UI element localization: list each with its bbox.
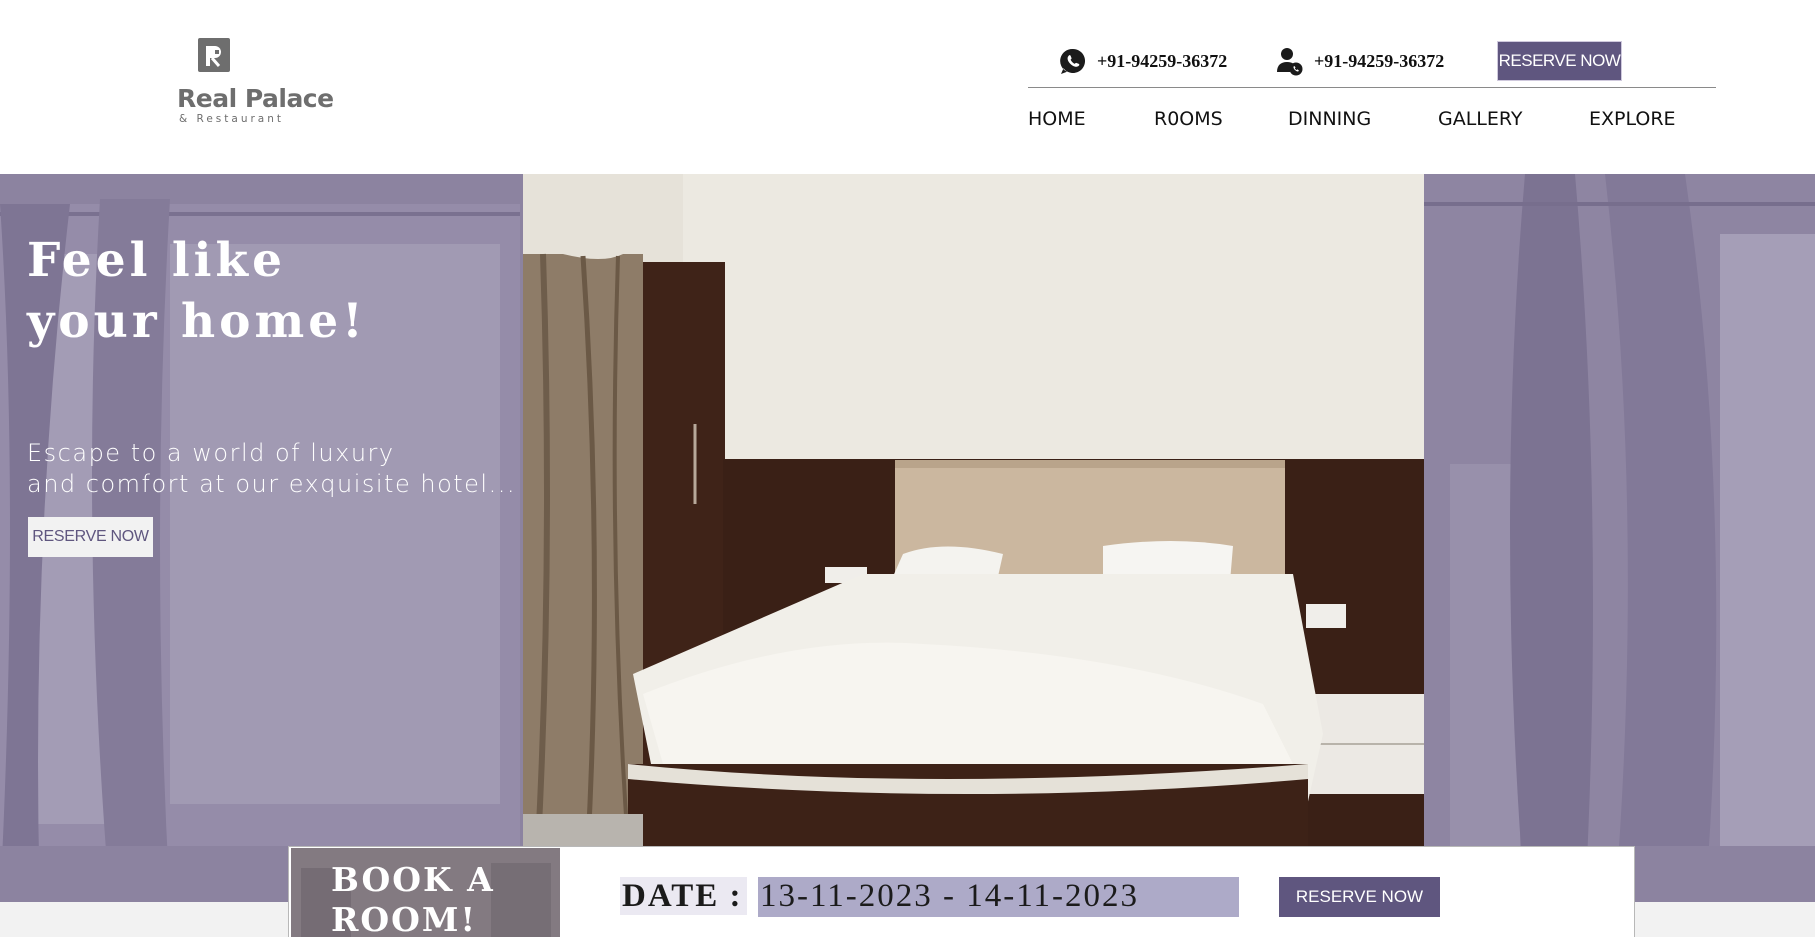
- user-call-icon: [1277, 48, 1303, 76]
- nav-home[interactable]: HOME: [1028, 108, 1086, 130]
- nav-rooms[interactable]: R0OMS: [1154, 108, 1223, 130]
- booking-bar: BOOK A ROOM! DATE : 13-11-2023 - 14-11-2…: [288, 846, 1635, 937]
- hero-tagline-line2: and comfort at our exquisite hotel...: [27, 470, 516, 498]
- header-reserve-button[interactable]: RESERVE NOW: [1497, 41, 1622, 81]
- nav-gallery[interactable]: GALLERY: [1438, 108, 1523, 130]
- nav-explore[interactable]: EXPLORE: [1589, 108, 1676, 130]
- date-range-field[interactable]: 13-11-2023 - 14-11-2023: [758, 877, 1239, 917]
- hero-title-line1: Feel like: [27, 233, 286, 288]
- bedroom-photo: [523, 174, 1424, 846]
- whatsapp-icon: [1060, 48, 1086, 74]
- hero-reserve-button[interactable]: RESERVE NOW: [28, 517, 153, 557]
- site-header: Real Palace & Restaurant +91-94259-36372…: [0, 0, 1815, 174]
- date-label: DATE :: [620, 877, 748, 915]
- book-room-line2: ROOM!: [331, 900, 477, 937]
- book-room-heading: BOOK A ROOM!: [331, 860, 495, 937]
- booking-reserve-button[interactable]: RESERVE NOW: [1279, 877, 1440, 917]
- whatsapp-number: +91-94259-36372: [1097, 50, 1228, 71]
- hero-tagline: Escape to a world of luxury and comfort …: [27, 438, 516, 500]
- hero-title: Feel like your home!: [27, 230, 367, 352]
- nav-dining[interactable]: DINNING: [1288, 108, 1371, 130]
- hero-tagline-line1: Escape to a world of luxury: [27, 439, 395, 467]
- book-room-card: BOOK A ROOM!: [291, 848, 560, 937]
- hero-title-line2: your home!: [27, 294, 367, 349]
- main-nav: HOME R0OMS DINNING GALLERY EXPLORE: [0, 108, 1815, 134]
- call-contact[interactable]: +91-94259-36372: [1276, 46, 1444, 76]
- call-number: +91-94259-36372: [1314, 50, 1445, 71]
- book-room-line1: BOOK A: [331, 860, 495, 899]
- hero-section: Feel like your home! Escape to a world o…: [0, 174, 1815, 902]
- header-divider: [1028, 87, 1716, 88]
- whatsapp-contact[interactable]: +91-94259-36372: [1059, 46, 1227, 76]
- logo-mark-icon: [198, 38, 230, 72]
